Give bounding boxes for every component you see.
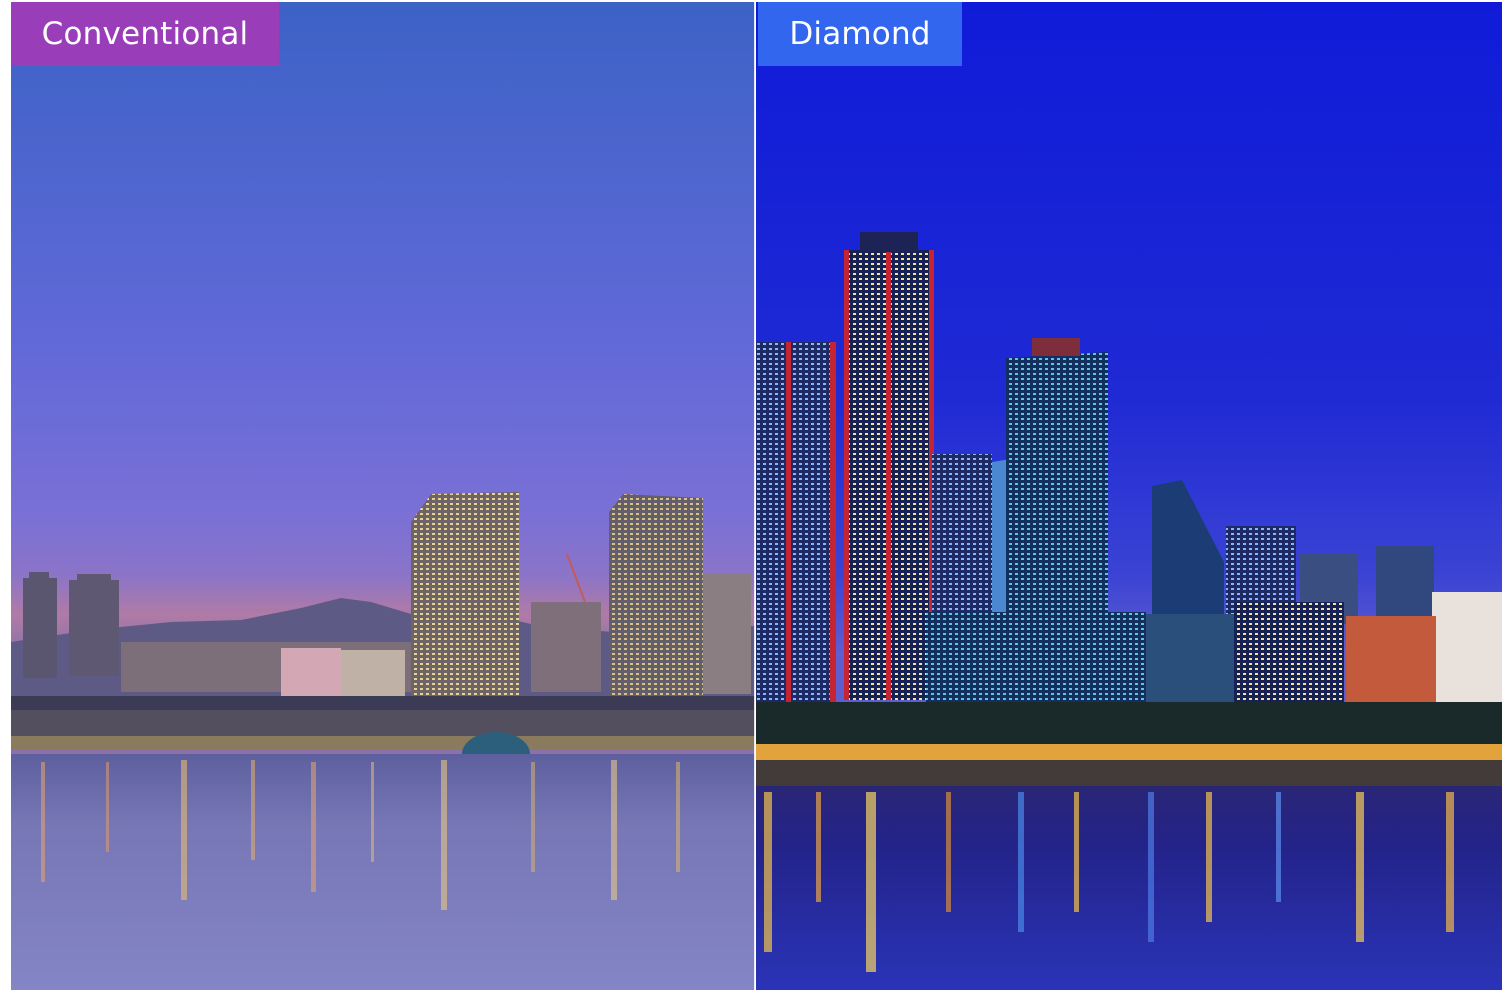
label-diamond: Diamond — [758, 2, 962, 66]
comparison-divider — [754, 2, 756, 990]
comparison-image: Conventional Diamond — [0, 0, 1502, 991]
label-conventional: Conventional — [11, 2, 279, 66]
conventional-photo — [11, 2, 755, 990]
diamond-photo — [756, 2, 1502, 990]
